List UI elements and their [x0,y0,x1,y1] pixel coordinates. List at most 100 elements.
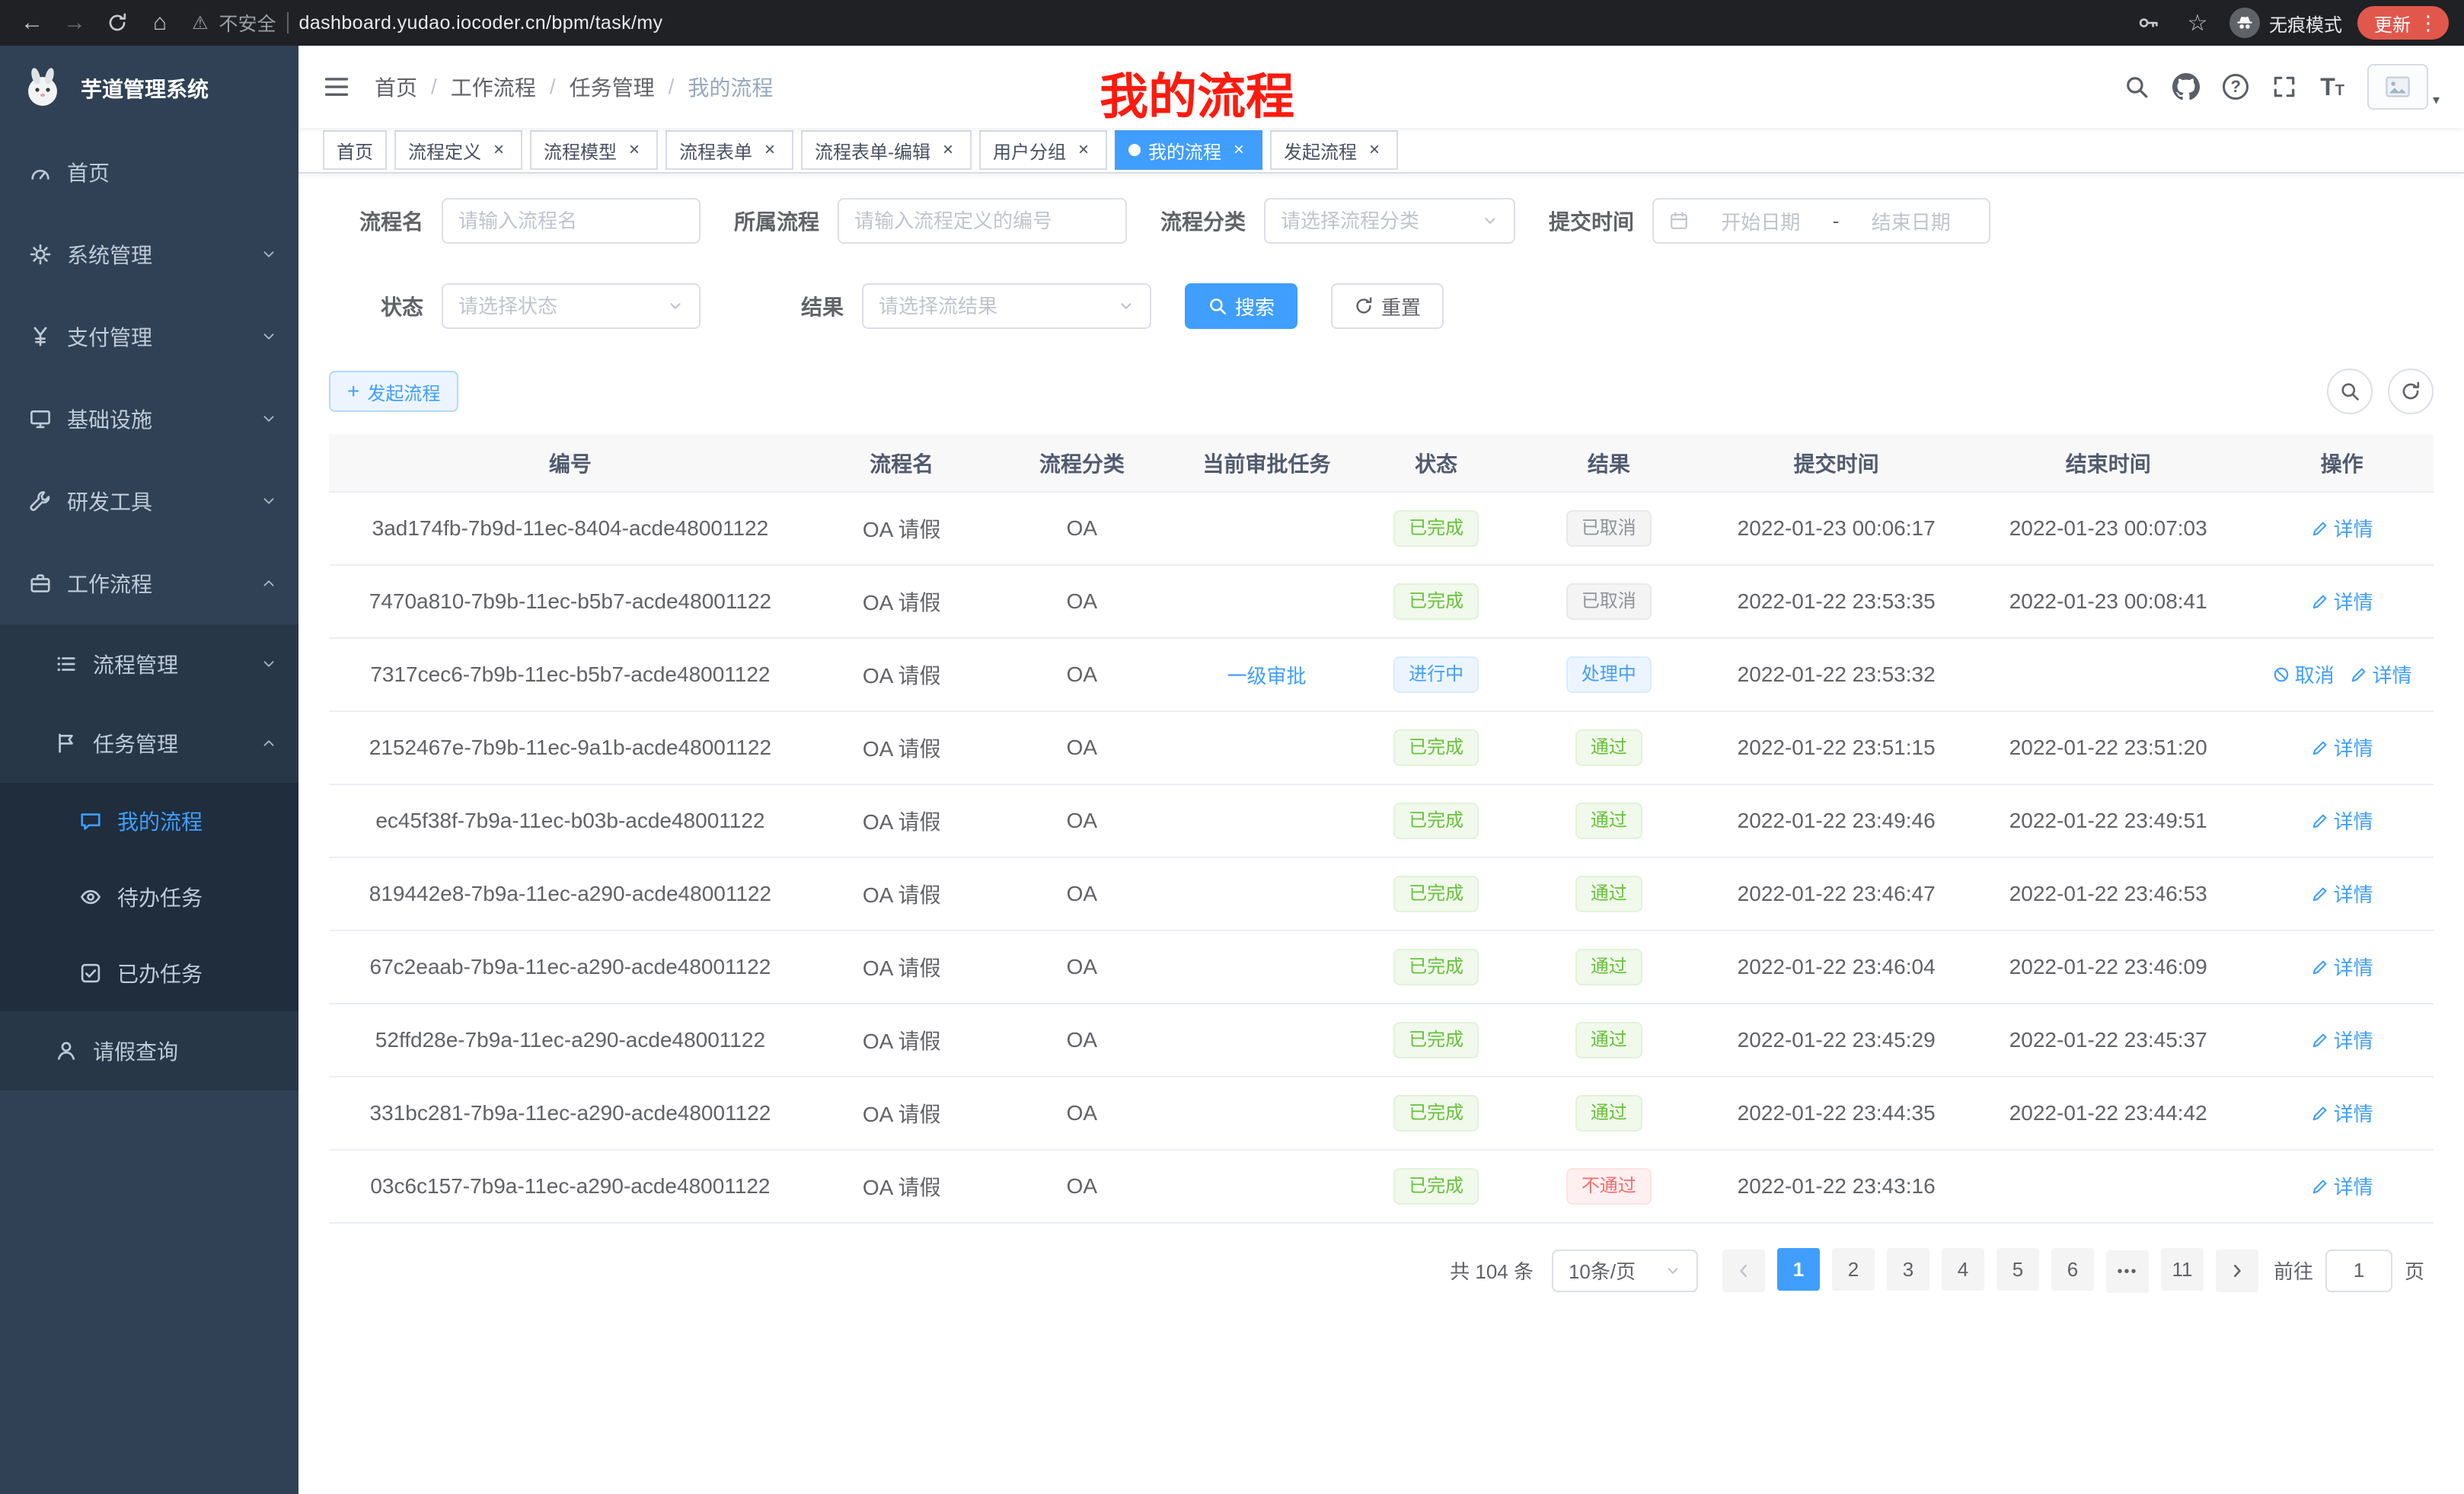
tab-close-icon[interactable]: × [938,140,958,160]
tab-流程表单[interactable]: 流程表单 × [665,130,793,170]
breadcrumb-item-workflow[interactable]: 工作流程 [451,72,536,102]
warning-icon: ⚠ [192,12,209,34]
next-page-button[interactable] [2216,1250,2258,1292]
tab-close-icon[interactable]: × [489,140,509,160]
reset-button[interactable]: 重置 [1331,283,1444,329]
page-button-6[interactable]: 6 [2051,1248,2094,1291]
tab-close-icon[interactable]: × [624,140,644,160]
process-definition-input-field[interactable] [854,209,1110,233]
chevron-down-icon [1482,212,1499,229]
font-size-icon[interactable]: TT [2320,75,2344,99]
detail-link[interactable]: 详情 [2311,733,2373,761]
detail-link[interactable]: 详情 [2311,1026,2373,1054]
tab-close-icon[interactable]: × [760,140,780,160]
refresh-table-button[interactable] [2388,369,2434,414]
tab-label: 流程表单 [679,137,752,164]
page-size-select[interactable]: 10条/页 [1552,1250,1698,1292]
page-button-3[interactable]: 3 [1887,1248,1929,1291]
tab-close-icon[interactable]: × [1074,140,1093,160]
detail-link[interactable]: 详情 [2350,660,2412,688]
page-button-11[interactable]: 11 [2161,1248,2204,1291]
tab-流程模型[interactable]: 流程模型× [530,130,658,170]
cell-category: OA [992,1077,1173,1150]
page-button-1[interactable]: 1 [1777,1248,1820,1291]
detail-link[interactable]: 详情 [2311,514,2373,542]
tab-我的流程[interactable]: 我的流程× [1115,130,1262,170]
prev-page-button[interactable] [1722,1250,1765,1292]
home-icon[interactable]: ⌂ [143,6,177,40]
status-select[interactable] [442,283,701,329]
page-button-2[interactable]: 2 [1832,1248,1875,1291]
sidebar-item-my-process[interactable]: 我的流程 [0,783,298,859]
hamburger-icon[interactable] [323,73,350,101]
process-definition-input[interactable] [838,198,1127,244]
result-tag: 通过 [1575,1095,1642,1132]
sidebar-item-workflow[interactable]: 工作流程 [0,542,298,624]
back-icon[interactable]: ← [15,6,49,40]
tab-流程定义[interactable]: 流程定义× [394,130,522,170]
detail-link[interactable]: 详情 [2311,1172,2373,1200]
tab-用户分组[interactable]: 用户分组× [979,130,1107,170]
tab-close-icon[interactable]: × [1364,140,1384,160]
process-category-select[interactable] [1264,198,1515,244]
app-logo-row[interactable]: 芋道管理系统 [0,46,298,131]
update-button[interactable]: 更新 ⋮ [2357,6,2449,40]
sidebar-item-system[interactable]: 系统管理 [0,213,298,295]
page-button-4[interactable]: 4 [1942,1248,1984,1291]
detail-link[interactable]: 详情 [2311,1099,2373,1127]
tab-首页[interactable]: 首页 [323,130,387,170]
tab-close-icon[interactable]: × [1229,140,1249,160]
search-button[interactable]: 搜索 [1185,283,1297,329]
sidebar-item-task-management[interactable]: 任务管理 [0,704,298,783]
cell-operations: 详情 [2250,1150,2434,1223]
more-pages-icon[interactable]: ••• [2106,1250,2149,1293]
page-button-5[interactable]: 5 [1996,1248,2039,1291]
key-icon[interactable] [2132,6,2166,40]
sidebar-item-todo-tasks[interactable]: 待办任务 [0,859,298,935]
sidebar-item-process-management[interactable]: 流程管理 [0,624,298,704]
sidebar-item-devtools[interactable]: 研发工具 [0,460,298,542]
goto-page-input[interactable] [2325,1250,2392,1292]
bookmark-star-icon[interactable]: ☆ [2181,6,2214,40]
address-bar[interactable]: ⚠ 不安全 dashboard.yudao.iocoder.cn/bpm/tas… [192,9,2117,37]
tab-发起流程[interactable]: 发起流程× [1270,130,1398,170]
detail-link[interactable]: 详情 [2311,587,2373,615]
browser-menu-icon[interactable]: ⋮ [2415,11,2441,35]
sidebar-item-done-tasks[interactable]: 已办任务 [0,935,298,1011]
cancel-link[interactable]: 取消 [2272,660,2335,688]
status-select-field[interactable] [458,295,658,318]
cell-end-time: 2022-01-22 23:44:42 [1966,1077,2250,1150]
sidebar-item-infrastructure[interactable]: 基础设施 [0,378,298,460]
detail-link[interactable]: 详情 [2311,879,2373,908]
cell-submit-time: 2022-01-22 23:53:32 [1706,638,1966,711]
create-process-button[interactable]: + 发起流程 [329,371,458,412]
user-menu[interactable]: ▾ [2367,64,2440,110]
fullscreen-icon[interactable] [2271,74,2297,100]
breadcrumb-item-home[interactable]: 首页 [375,72,417,102]
sidebar-item-leave-query[interactable]: 请假查询 [0,1011,298,1090]
reload-icon[interactable] [101,6,134,40]
forward-icon[interactable]: → [58,6,91,40]
process-name-input[interactable] [442,198,701,244]
breadcrumb-item-task-management[interactable]: 任务管理 [570,72,655,102]
github-icon[interactable] [2172,73,2200,101]
sidebar-item-label: 任务管理 [93,728,178,758]
incognito-badge[interactable]: 无痕模式 [2229,8,2342,38]
help-icon[interactable]: ? [2223,74,2249,100]
current-task-link[interactable]: 一级审批 [1227,661,1307,689]
search-icon[interactable] [2124,74,2150,100]
submit-time-range-picker[interactable]: 开始日期 - 结束日期 [1652,198,1990,244]
browser-nav-controls: ← → ⌂ [15,6,177,40]
detail-link[interactable]: 详情 [2311,953,2373,981]
detail-link[interactable]: 详情 [2311,806,2373,835]
result-select-field[interactable] [879,295,1109,318]
sidebar-item-payment[interactable]: 支付管理 [0,295,298,378]
cell-status: 已完成 [1361,711,1511,784]
table-tools [2327,369,2434,414]
process-name-input-field[interactable] [458,209,684,233]
tab-流程表单-编辑[interactable]: 流程表单-编辑× [801,130,972,170]
toggle-search-button[interactable] [2327,369,2373,414]
result-select[interactable] [862,283,1151,329]
sidebar-item-home[interactable]: 首页 [0,131,298,213]
process-category-select-field[interactable] [1281,209,1473,233]
